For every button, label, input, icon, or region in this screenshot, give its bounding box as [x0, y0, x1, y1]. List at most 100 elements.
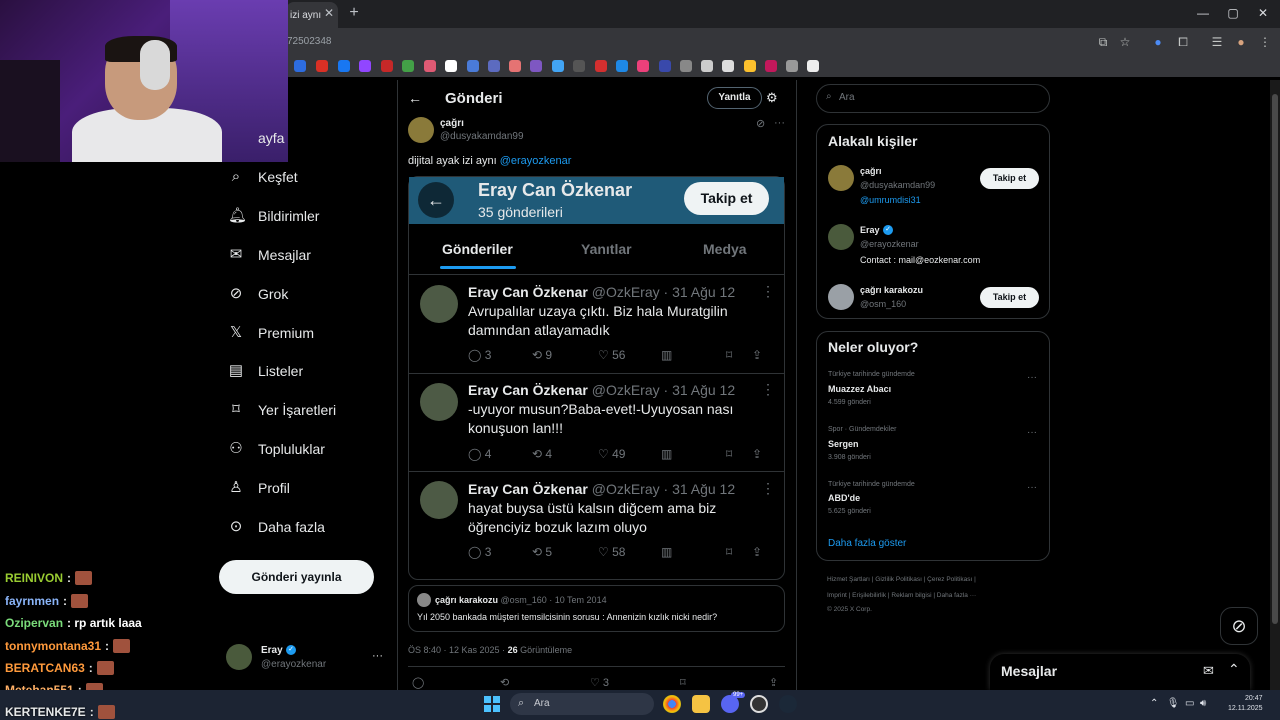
profile-avatar-icon[interactable]: ●: [1232, 33, 1250, 51]
bookmark-icon[interactable]: [701, 60, 713, 72]
reading-list-icon[interactable]: ☰: [1208, 33, 1226, 51]
post-author-handle[interactable]: @dusyakamdan99: [440, 131, 524, 142]
repost-icon[interactable]: ⟲: [500, 676, 509, 689]
search-input[interactable]: Ara: [816, 84, 1050, 113]
new-message-icon[interactable]: ✉: [1203, 663, 1214, 679]
bookmark-icon[interactable]: [467, 60, 479, 72]
account-more-icon[interactable]: ···: [372, 650, 383, 662]
person-handle[interactable]: @dusyakamdan99: [860, 180, 935, 190]
mention-link[interactable]: @erayozkenar: [500, 155, 572, 167]
reply-icon[interactable]: ◯: [412, 676, 424, 689]
bookmark-icon[interactable]: [294, 60, 306, 72]
bookmark-icon[interactable]: [316, 60, 328, 72]
account-switcher[interactable]: Eray ✓ @erayozkenar ···: [226, 644, 386, 676]
like-button[interactable]: ♡ 3: [590, 676, 609, 689]
bookmark-icon[interactable]: [637, 60, 649, 72]
reply-button[interactable]: Yanıtla: [707, 87, 762, 109]
bookmark-icon[interactable]: [445, 60, 457, 72]
share-icon[interactable]: ⇪: [769, 676, 778, 689]
trend-more-icon[interactable]: ···: [1027, 427, 1037, 438]
plus-icon[interactable]: +: [346, 5, 362, 21]
trend-more-icon[interactable]: ···: [1027, 372, 1037, 383]
menu-kebab-icon[interactable]: ⋮: [1256, 33, 1274, 51]
url-text[interactable]: 72502348: [287, 36, 332, 47]
bookmark-icon[interactable]: [530, 60, 542, 72]
messages-title[interactable]: Mesajlar: [1001, 663, 1057, 679]
chevron-up-icon[interactable]: ⌃: [1228, 661, 1240, 678]
avatar[interactable]: [828, 165, 854, 191]
tab-close-icon[interactable]: ✕: [322, 6, 336, 20]
bookmark-icon[interactable]: [488, 60, 500, 72]
person-handle[interactable]: @erayozkenar: [860, 239, 919, 249]
avatar[interactable]: [828, 224, 854, 250]
back-arrow-icon[interactable]: ←: [408, 90, 422, 106]
chrome-icon[interactable]: [663, 695, 681, 713]
avatar[interactable]: [408, 117, 434, 143]
nav-profile[interactable]: ♙ Profil: [228, 475, 290, 501]
grok-icon[interactable]: ⊘: [756, 117, 765, 130]
footer-links[interactable]: Hizmet Şartları | Gizlilik Politikası | …: [827, 576, 976, 583]
person-name[interactable]: Eray: [860, 225, 880, 235]
follow-button[interactable]: Takip et: [980, 168, 1039, 189]
trend-title[interactable]: ABD'de: [828, 493, 860, 503]
post-author-name[interactable]: çağrı: [440, 118, 464, 129]
person-name[interactable]: çağrı: [860, 166, 882, 176]
nav-messages[interactable]: ✉ Mesajlar: [228, 242, 311, 268]
extension-icon[interactable]: ●: [1149, 33, 1167, 51]
taskbar-search-input[interactable]: Ara: [510, 693, 654, 715]
bookmark-icon[interactable]: [381, 60, 393, 72]
close-window-icon[interactable]: ✕: [1248, 4, 1278, 22]
filter-settings-icon[interactable]: ⚙: [766, 90, 778, 106]
bookmark-icon[interactable]: ⌑: [680, 676, 686, 689]
folder-icon[interactable]: [692, 695, 710, 713]
bookmark-icon[interactable]: [424, 60, 436, 72]
post-button[interactable]: Gönderi yayınla: [219, 560, 374, 594]
bookmark-icon[interactable]: [359, 60, 371, 72]
follow-button[interactable]: Takip et: [980, 287, 1039, 308]
steam-icon[interactable]: [779, 695, 797, 713]
person-name[interactable]: çağrı karakozu: [860, 285, 923, 295]
trend-more-icon[interactable]: ···: [1027, 482, 1037, 493]
bookmark-icon[interactable]: [338, 60, 350, 72]
nav-bookmarks[interactable]: ⌑ Yer İşaretleri: [228, 397, 336, 423]
puzzle-icon[interactable]: ⧠: [1174, 33, 1192, 51]
bookmark-icon[interactable]: [722, 60, 734, 72]
bookmark-icon[interactable]: [786, 60, 798, 72]
nav-notifications[interactable]: 🔔︎ Bildirimler: [228, 203, 319, 229]
bookmark-icon[interactable]: [744, 60, 756, 72]
person-bio-link[interactable]: @umrumdisi31: [860, 195, 921, 205]
nav-lists[interactable]: ▤ Listeler: [228, 358, 303, 384]
taskbar-clock[interactable]: 20:47 12.11.2025: [1228, 694, 1263, 714]
quoted-post[interactable]: [408, 585, 785, 632]
trend-title[interactable]: Muazzez Abacı: [828, 384, 891, 394]
star-icon[interactable]: ☆: [1116, 33, 1134, 51]
nav-premium[interactable]: 𝕏 Premium: [228, 320, 314, 346]
system-tray[interactable]: ⌃ 🎙︎ ▭ 🔊︎: [1150, 698, 1206, 709]
avatar[interactable]: [828, 284, 854, 310]
bookmark-icon[interactable]: [509, 60, 521, 72]
bookmark-icon[interactable]: [616, 60, 628, 72]
nav-communities[interactable]: ⚇ Topluluklar: [228, 436, 325, 462]
install-app-icon[interactable]: ⧉: [1094, 33, 1112, 51]
nav-home[interactable]: ayfa: [258, 125, 284, 151]
post-more-icon[interactable]: ···: [774, 117, 785, 129]
scrollbar-thumb[interactable]: [1272, 94, 1278, 624]
maximize-icon[interactable]: ▢: [1218, 4, 1248, 22]
obs-icon[interactable]: [750, 695, 768, 713]
bookmark-icon[interactable]: [765, 60, 777, 72]
grok-button[interactable]: ⊘: [1220, 607, 1258, 645]
person-handle[interactable]: @osm_160: [860, 299, 906, 309]
trend-title[interactable]: Sergen: [828, 439, 859, 449]
bookmark-icon[interactable]: [595, 60, 607, 72]
nav-more[interactable]: ⊙ Daha fazla: [228, 514, 325, 540]
nav-grok[interactable]: ⊘ Grok: [228, 281, 289, 307]
bookmark-icon[interactable]: [552, 60, 564, 72]
bookmark-icon[interactable]: [659, 60, 671, 72]
bookmark-icon[interactable]: [807, 60, 819, 72]
minimize-icon[interactable]: —: [1188, 4, 1218, 22]
bookmark-icon[interactable]: [402, 60, 414, 72]
nav-explore[interactable]: ⌕ Keşfet: [228, 164, 298, 190]
windows-start-icon[interactable]: [484, 696, 500, 712]
bookmark-icon[interactable]: [680, 60, 692, 72]
bookmark-icon[interactable]: [573, 60, 585, 72]
